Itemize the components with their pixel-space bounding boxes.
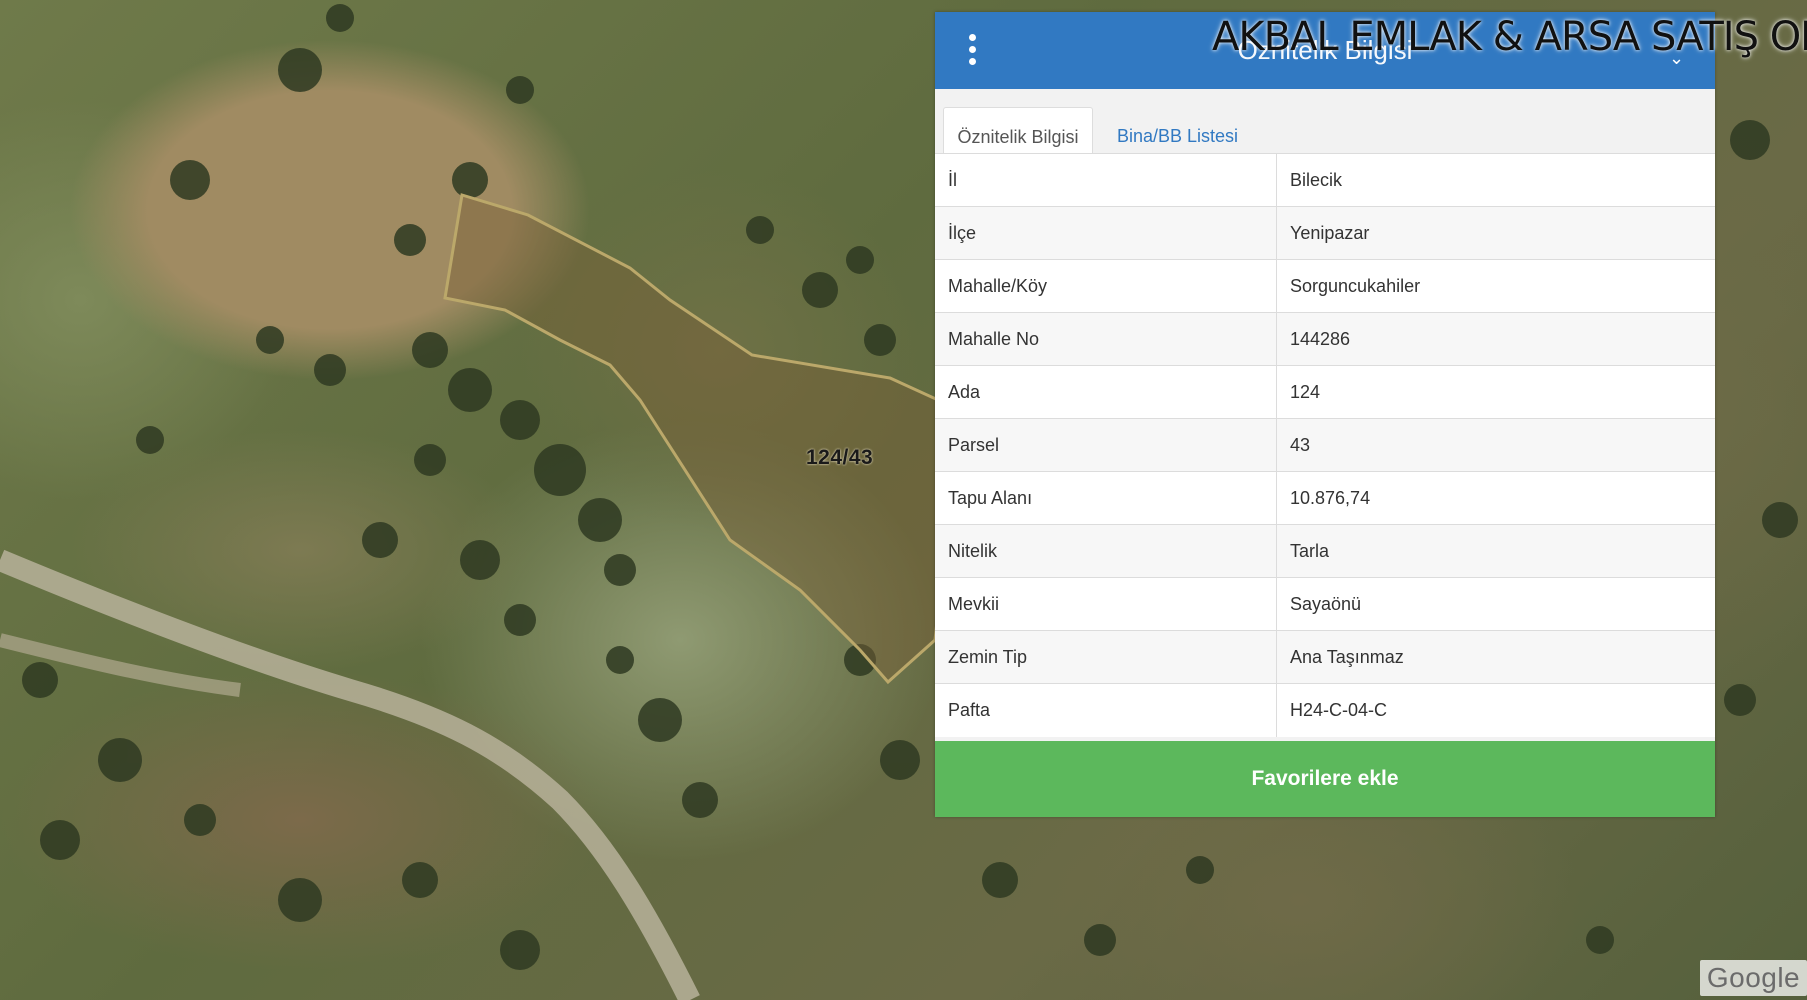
row-value: 43 [1276, 418, 1715, 472]
row-value: 144286 [1276, 312, 1715, 366]
row-key: Ada [935, 365, 1277, 419]
row-value: Yenipazar [1276, 206, 1715, 260]
row-value: H24-C-04-C [1276, 683, 1715, 737]
row-key: Mevkii [935, 577, 1277, 631]
table-row: Parsel 43 [935, 418, 1715, 472]
row-key: Tapu Alanı [935, 471, 1277, 525]
attribute-table: İl Bilecik İlçe Yenipazar Mahalle/Köy Sorgu… [935, 153, 1715, 737]
row-value: 124 [1276, 365, 1715, 419]
row-key: Pafta [935, 683, 1277, 737]
row-key: Parsel [935, 418, 1277, 472]
row-value: Sayaönü [1276, 577, 1715, 631]
table-row: İlçe Yenipazar [935, 206, 1715, 260]
row-key: Nitelik [935, 524, 1277, 578]
add-to-favorites-button[interactable]: Favorilere ekle [935, 741, 1715, 817]
table-row: Pafta H24-C-04-C [935, 683, 1715, 737]
row-value: 10.876,74 [1276, 471, 1715, 525]
table-row: Zemin Tip Ana Taşınmaz [935, 630, 1715, 684]
parcel-label: 124/43 [806, 446, 874, 469]
row-value: Tarla [1276, 524, 1715, 578]
table-row: Mevkii Sayaönü [935, 577, 1715, 631]
table-row: Tapu Alanı 10.876,74 [935, 471, 1715, 525]
row-value: Bilecik [1276, 153, 1715, 207]
row-key: Zemin Tip [935, 630, 1277, 684]
google-logo: Google [1700, 960, 1807, 996]
row-key: Mahalle No [935, 312, 1277, 366]
row-value: Sorguncukahiler [1276, 259, 1715, 313]
table-row: Nitelik Tarla [935, 524, 1715, 578]
table-row: Mahalle No 144286 [935, 312, 1715, 366]
row-key: Mahalle/Köy [935, 259, 1277, 313]
dirt-road [0, 549, 700, 1000]
table-row: İl Bilecik [935, 153, 1715, 207]
watermark-text: AKBAL EMLAK & ARSA SATIŞ OFİSİ [1212, 14, 1807, 60]
row-key: İlçe [935, 206, 1277, 260]
attribute-panel: Öznitelik Bilgisi ⌄ Öznitelik Bilgisi Bi… [935, 12, 1715, 817]
table-row: Ada 124 [935, 365, 1715, 419]
row-value: Ana Taşınmaz [1276, 630, 1715, 684]
table-row: Mahalle/Köy Sorguncukahiler [935, 259, 1715, 313]
panel-tabs: Öznitelik Bilgisi Bina/BB Listesi [935, 89, 1715, 166]
row-key: İl [935, 153, 1277, 207]
